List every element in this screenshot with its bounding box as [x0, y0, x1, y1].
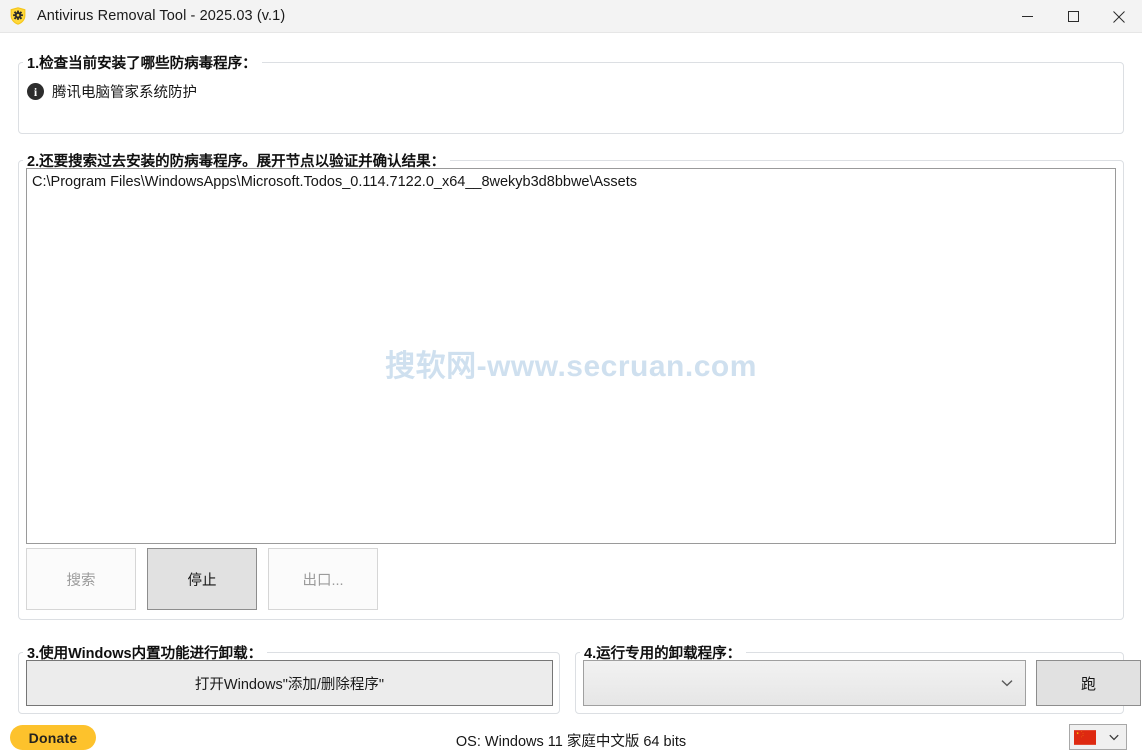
minimize-button[interactable]	[1004, 0, 1050, 33]
section1-legend: 1.检查当前安装了哪些防病毒程序：	[23, 52, 262, 73]
china-flag-icon	[1074, 729, 1096, 745]
run-button[interactable]: 跑	[1036, 660, 1141, 706]
window-title: Antivirus Removal Tool - 2025.03 (v.1)	[37, 8, 286, 24]
antivirus-item-name: 腾讯电脑管家系统防护	[52, 85, 197, 101]
stop-button[interactable]: 停止	[147, 548, 257, 610]
info-icon: i	[27, 83, 44, 100]
section-installed-antivirus: 1.检查当前安装了哪些防病毒程序： i 腾讯电脑管家系统防护	[18, 52, 1124, 134]
window-controls	[1004, 0, 1142, 33]
tree-row[interactable]: C:\Program Files\WindowsApps\Microsoft.T…	[32, 174, 637, 190]
language-select[interactable]	[1069, 724, 1127, 750]
os-info-text: OS: Windows 11 家庭中文版 64 bits	[455, 734, 687, 750]
section-search-past-antivirus: 2.还要搜索过去安装的防病毒程序。展开节点以验证并确认结果： 搜软网-www.s…	[18, 150, 1124, 620]
antivirus-list: i 腾讯电脑管家系统防护	[27, 81, 197, 102]
action-button-row: 搜索 停止 出口...	[26, 548, 378, 610]
uninstaller-select[interactable]	[583, 660, 1026, 706]
results-tree-view[interactable]: 搜软网-www.secruan.com C:\Program Files\Win…	[26, 168, 1116, 544]
minimize-icon	[1021, 16, 1033, 17]
shield-gear-icon	[10, 7, 26, 25]
section-windows-uninstall: 3.使用Windows内置功能进行卸载： 打开Windows"添加/删除程序"	[18, 642, 560, 714]
search-button[interactable]: 搜索	[26, 548, 136, 610]
close-icon	[1113, 10, 1125, 23]
maximize-icon	[1067, 11, 1079, 22]
chevron-down-icon	[1109, 734, 1119, 740]
open-add-remove-programs-button[interactable]: 打开Windows"添加/删除程序"	[26, 660, 553, 706]
close-button[interactable]	[1096, 0, 1142, 33]
maximize-button[interactable]	[1050, 0, 1096, 33]
export-button[interactable]: 出口...	[268, 548, 378, 610]
chevron-down-icon	[1001, 680, 1013, 687]
section-dedicated-uninstaller: 4.运行专用的卸载程序： 跑	[575, 642, 1141, 714]
title-bar: Antivirus Removal Tool - 2025.03 (v.1)	[0, 0, 1142, 33]
watermark-text: 搜软网-www.secruan.com	[385, 350, 757, 383]
